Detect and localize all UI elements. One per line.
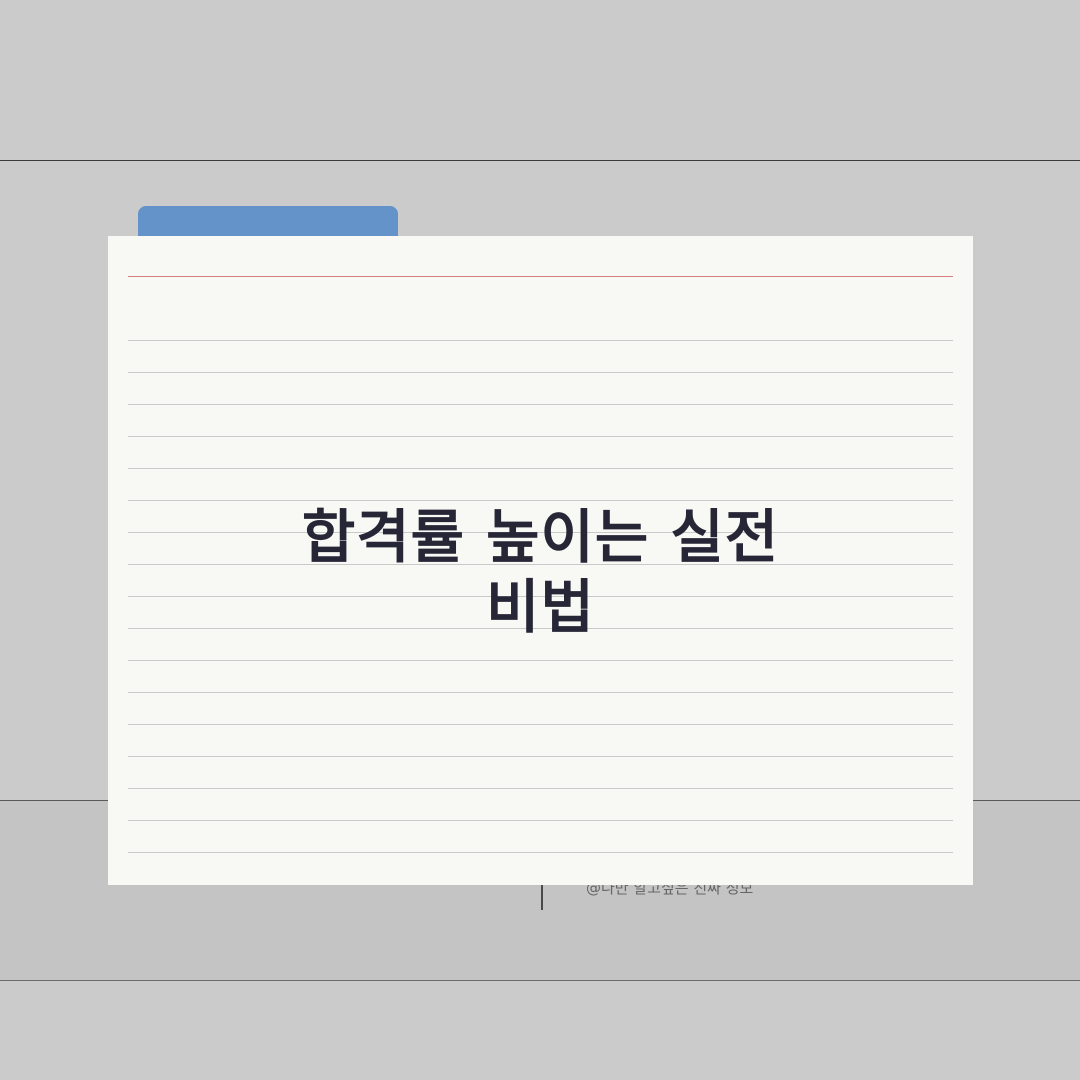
card-title-line-1: 합격률 높이는 실전 xyxy=(301,503,780,571)
card-rule xyxy=(128,852,953,853)
card-title: 합격률 높이는 실전 비법 xyxy=(108,502,973,642)
card-rule xyxy=(128,404,953,405)
card-rule xyxy=(128,660,953,661)
card-rule xyxy=(128,340,953,341)
card-rule xyxy=(128,436,953,437)
top-divider-line xyxy=(0,160,1080,161)
card-rule xyxy=(128,724,953,725)
card-rule xyxy=(128,820,953,821)
note-card: 합격률 높이는 실전 비법 xyxy=(108,236,973,885)
card-title-line-2: 비법 xyxy=(486,573,595,641)
card-rule xyxy=(128,372,953,373)
card-rule xyxy=(128,468,953,469)
card-rule xyxy=(128,756,953,757)
card-margin-rule xyxy=(128,276,953,277)
bottom-divider-line xyxy=(0,980,1080,981)
card-rule xyxy=(128,500,953,501)
card-rule xyxy=(128,788,953,789)
card-rule xyxy=(128,692,953,693)
